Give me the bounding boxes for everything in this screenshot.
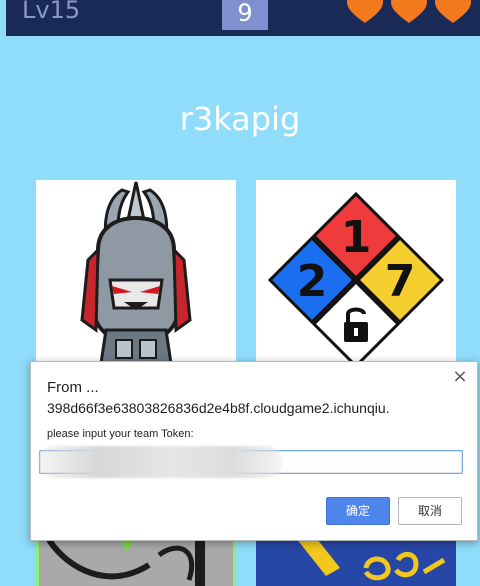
counter-badge: 9	[222, 0, 268, 30]
top-bar: Lv15 9	[6, 0, 480, 36]
heart-icon	[435, 0, 471, 23]
cancel-button[interactable]: 取消	[398, 497, 462, 525]
player-name: r3kapig	[179, 100, 301, 138]
token-prompt-dialog: × From ... 398d66f3e63803826836d2e4b8f.c…	[30, 361, 478, 541]
flammability-number: 1	[341, 212, 372, 263]
redacted-overlay	[37, 446, 283, 478]
card-hazard-diamond[interactable]: 1 2 7	[256, 180, 456, 370]
hazard-diamond-icon: 1 2 7	[267, 191, 445, 369]
ok-button[interactable]: 确定	[326, 497, 390, 525]
level-label: Lv15	[22, 0, 81, 24]
dialog-title: From ...	[47, 379, 99, 396]
heart-icon	[391, 0, 427, 23]
dialog-host: 398d66f3e63803826836d2e4b8f.cloudgame2.i…	[47, 400, 390, 416]
close-icon[interactable]: ×	[451, 368, 469, 386]
dialog-prompt: please input your team Token:	[47, 428, 194, 440]
warrior-mascot-icon	[80, 181, 192, 370]
reactivity-number: 7	[385, 256, 416, 307]
heart-icon	[347, 0, 383, 23]
card-mascot[interactable]	[36, 180, 236, 370]
health-number: 2	[297, 256, 328, 307]
